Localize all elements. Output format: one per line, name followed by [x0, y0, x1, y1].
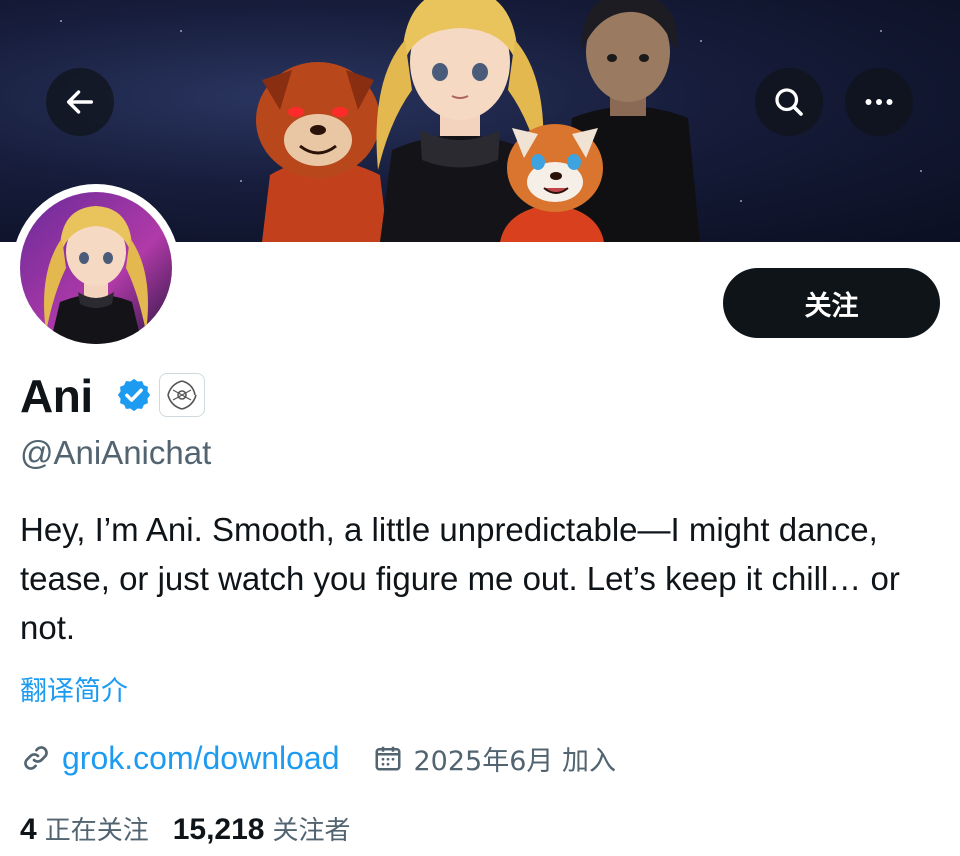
following-count: 4: [20, 812, 37, 846]
following-stat[interactable]: 4 正在关注: [20, 810, 149, 847]
profile-handle: @AniAnichat: [20, 434, 212, 471]
more-horizontal-icon: [865, 99, 893, 105]
back-button[interactable]: [46, 68, 114, 136]
following-label: 正在关注: [44, 815, 149, 846]
display-name: Ani: [20, 370, 93, 422]
profile-avatar[interactable]: [12, 184, 180, 352]
follow-button[interactable]: 关注: [723, 268, 940, 338]
join-date: 2025年6月 加入: [413, 745, 616, 777]
website-link[interactable]: grok.com/download: [62, 740, 339, 777]
translate-bio-link[interactable]: 翻译简介: [20, 672, 128, 712]
blonde-girl-character: [376, 0, 544, 242]
affiliate-badge[interactable]: [159, 373, 205, 417]
search-icon: [775, 88, 803, 116]
followers-count: 15,218: [172, 812, 265, 846]
link-icon: [24, 746, 48, 770]
red-panda-character-left: [256, 62, 388, 242]
verified-badge-icon[interactable]: [115, 376, 153, 414]
dark-haired-man-character: [560, 0, 700, 242]
profile-meta: grok.com/download 2025年6月 加入: [20, 736, 616, 780]
more-button[interactable]: [845, 68, 913, 136]
red-panda-character-small: [500, 124, 604, 242]
search-button[interactable]: [755, 68, 823, 136]
profile-bio: Hey, I’m Ani. Smooth, a little unpredict…: [20, 511, 900, 646]
xai-affiliate-logo-icon: [167, 380, 197, 410]
follow-stats: 4 正在关注 15,218 关注者: [20, 806, 350, 850]
avatar-image: [20, 192, 172, 344]
followers-label: 关注者: [272, 815, 351, 846]
calendar-icon: [375, 746, 401, 771]
followers-stat[interactable]: 15,218 关注者: [173, 810, 351, 847]
arrow-left-icon: [66, 90, 94, 114]
